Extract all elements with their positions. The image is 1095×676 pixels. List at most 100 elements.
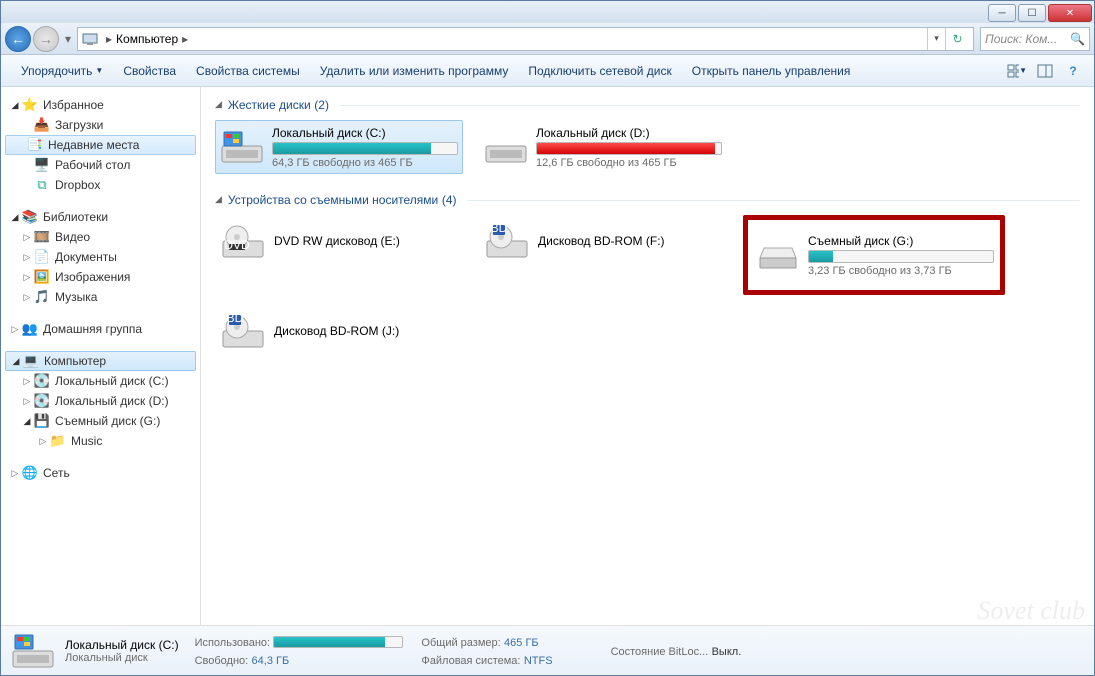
address-bar[interactable]: ▸ Компьютер ▸ ▾ ↻ xyxy=(77,27,974,51)
folder-icon: 📁 xyxy=(49,433,67,449)
libraries-icon: 📚 xyxy=(21,209,39,225)
drive-tile-d[interactable]: Локальный диск (D:) 12,6 ГБ свободно из … xyxy=(479,120,727,174)
uninstall-button[interactable]: Удалить или изменить программу xyxy=(310,60,519,82)
content-pane: ◢ Жесткие диски (2) Локальный диск (C:) … xyxy=(201,87,1094,625)
details-title: Локальный диск (C:) xyxy=(65,638,179,652)
search-placeholder: Поиск: Ком... xyxy=(985,32,1057,46)
removable-drive-icon: 💾 xyxy=(33,413,51,429)
control-panel-button[interactable]: Открыть панель управления xyxy=(682,60,861,82)
tree-libraries[interactable]: ◢📚Библиотеки xyxy=(1,207,200,227)
removable-drive-icon xyxy=(756,232,800,278)
drive-tile-g[interactable]: Съемный диск (G:) 3,23 ГБ свободно из 3,… xyxy=(743,215,1005,295)
capacity-bar xyxy=(272,142,458,155)
chevron-right-icon[interactable]: ▸ xyxy=(102,32,116,46)
tree-music-folder[interactable]: ▷📁Music xyxy=(1,431,200,451)
fs-value: NTFS xyxy=(524,655,553,667)
downloads-icon: 📥 xyxy=(33,117,51,133)
tree-music[interactable]: ▷🎵Музыка xyxy=(1,287,200,307)
help-icon[interactable]: ? xyxy=(1062,60,1084,82)
star-icon: ⭐ xyxy=(21,97,39,113)
tree-network[interactable]: ▷🌐Сеть xyxy=(1,463,200,483)
maximize-button[interactable]: ☐ xyxy=(1018,4,1046,22)
preview-pane-icon[interactable] xyxy=(1034,60,1056,82)
used-label: Использовано: xyxy=(195,637,271,649)
drive-tile-j[interactable]: BD Дисковод BD-ROM (J:) xyxy=(215,305,463,359)
total-value: 465 ГБ xyxy=(504,637,539,649)
tree-recent[interactable]: 📑Недавние места xyxy=(5,135,196,155)
details-pane: Локальный диск (C:) Локальный диск Испол… xyxy=(1,625,1094,675)
bitlocker-value: Выкл. xyxy=(712,646,742,658)
address-history-icon[interactable]: ▾ xyxy=(927,28,945,50)
organize-menu[interactable]: Упорядочить▼ xyxy=(11,60,113,82)
drive-capacity: 3,23 ГБ свободно из 3,73 ГБ xyxy=(808,265,994,277)
computer-icon xyxy=(82,31,98,47)
minimize-button[interactable]: ─ xyxy=(988,4,1016,22)
free-label: Свободно: xyxy=(195,655,249,667)
nav-row: ← → ▾ ▸ Компьютер ▸ ▾ ↻ Поиск: Ком... 🔍 xyxy=(1,23,1094,55)
system-properties-button[interactable]: Свойства системы xyxy=(186,60,310,82)
search-icon: 🔍 xyxy=(1070,32,1085,46)
drive-tile-c[interactable]: Локальный диск (C:) 64,3 ГБ свободно из … xyxy=(215,120,463,174)
music-icon: 🎵 xyxy=(33,289,51,305)
group-header-hdd[interactable]: ◢ Жесткие диски (2) xyxy=(215,97,1080,112)
tree-videos[interactable]: ▷🎞️Видео xyxy=(1,227,200,247)
collapse-icon: ◢ xyxy=(215,194,222,205)
history-dropdown[interactable]: ▾ xyxy=(61,30,75,48)
close-button[interactable]: ✕ xyxy=(1048,4,1092,22)
tree-desktop[interactable]: 🖥️Рабочий стол xyxy=(1,155,200,175)
view-mode-icon[interactable]: ▼ xyxy=(1006,60,1028,82)
back-button[interactable]: ← xyxy=(5,26,31,52)
hdd-icon xyxy=(11,631,55,671)
drive-name: Дисковод BD-ROM (F:) xyxy=(538,234,722,248)
drive-capacity: 64,3 ГБ свободно из 465 ГБ xyxy=(272,157,458,169)
drive-name: Съемный диск (G:) xyxy=(808,234,994,248)
collapse-icon: ◢ xyxy=(215,99,222,110)
titlebar[interactable]: ​ ─ ☐ ✕ xyxy=(1,1,1094,23)
homegroup-icon: 👥 xyxy=(21,321,39,337)
documents-icon: 📄 xyxy=(33,249,51,265)
refresh-icon[interactable]: ↻ xyxy=(945,28,969,50)
svg-text:BD: BD xyxy=(227,313,244,325)
drive-icon: 💽 xyxy=(33,373,51,389)
free-value: 64,3 ГБ xyxy=(252,655,290,667)
search-input[interactable]: Поиск: Ком... 🔍 xyxy=(980,27,1090,51)
tree-drive-g[interactable]: ◢💾Съемный диск (G:) xyxy=(1,411,200,431)
svg-text:DVD: DVD xyxy=(224,238,250,252)
tree-computer[interactable]: ◢💻Компьютер xyxy=(5,351,196,371)
hdd-icon xyxy=(484,124,528,170)
video-icon: 🎞️ xyxy=(33,229,51,245)
map-drive-button[interactable]: Подключить сетевой диск xyxy=(518,60,681,82)
drive-capacity: 12,6 ГБ свободно из 465 ГБ xyxy=(536,157,722,169)
bitlocker-label: Состояние BitLoc... xyxy=(611,646,709,658)
drive-tile-f[interactable]: BD Дисковод BD-ROM (F:) xyxy=(479,215,727,269)
drive-name: Дисковод BD-ROM (J:) xyxy=(274,324,458,338)
explorer-window: ​ ─ ☐ ✕ ← → ▾ ▸ Компьютер ▸ ▾ ↻ Поиск: К… xyxy=(0,0,1095,676)
tree-favorites[interactable]: ◢⭐Избранное xyxy=(1,95,200,115)
svg-text:BD: BD xyxy=(491,223,508,235)
group-header-removable[interactable]: ◢ Устройства со съемными носителями (4) xyxy=(215,192,1080,207)
properties-button[interactable]: Свойства xyxy=(113,60,186,82)
drive-name: Локальный диск (D:) xyxy=(536,126,722,140)
tree-drive-d[interactable]: ▷💽Локальный диск (D:) xyxy=(1,391,200,411)
computer-icon: 💻 xyxy=(22,353,40,369)
tree-drive-c[interactable]: ▷💽Локальный диск (C:) xyxy=(1,371,200,391)
recent-icon: 📑 xyxy=(26,137,44,153)
drive-name: Локальный диск (C:) xyxy=(272,126,458,140)
tree-documents[interactable]: ▷📄Документы xyxy=(1,247,200,267)
fs-label: Файловая система: xyxy=(421,655,520,667)
tree-downloads[interactable]: 📥Загрузки xyxy=(1,115,200,135)
forward-button[interactable]: → xyxy=(33,26,59,52)
tree-homegroup[interactable]: ▷👥Домашняя группа xyxy=(1,319,200,339)
hdd-icon xyxy=(220,124,264,170)
tree-pictures[interactable]: ▷🖼️Изображения xyxy=(1,267,200,287)
used-bar xyxy=(273,636,403,648)
chevron-right-icon[interactable]: ▸ xyxy=(178,32,192,46)
details-type: Локальный диск xyxy=(65,652,179,664)
drive-tile-e[interactable]: DVD DVD RW дисковод (E:) xyxy=(215,215,463,269)
navigation-pane: ◢⭐Избранное 📥Загрузки 📑Недавние места 🖥️… xyxy=(1,87,201,625)
total-label: Общий размер: xyxy=(421,637,500,649)
tree-dropbox[interactable]: ⧉Dropbox xyxy=(1,175,200,195)
breadcrumb-item[interactable]: Компьютер xyxy=(116,32,178,46)
drive-icon: 💽 xyxy=(33,393,51,409)
body-area: ◢⭐Избранное 📥Загрузки 📑Недавние места 🖥️… xyxy=(1,87,1094,625)
